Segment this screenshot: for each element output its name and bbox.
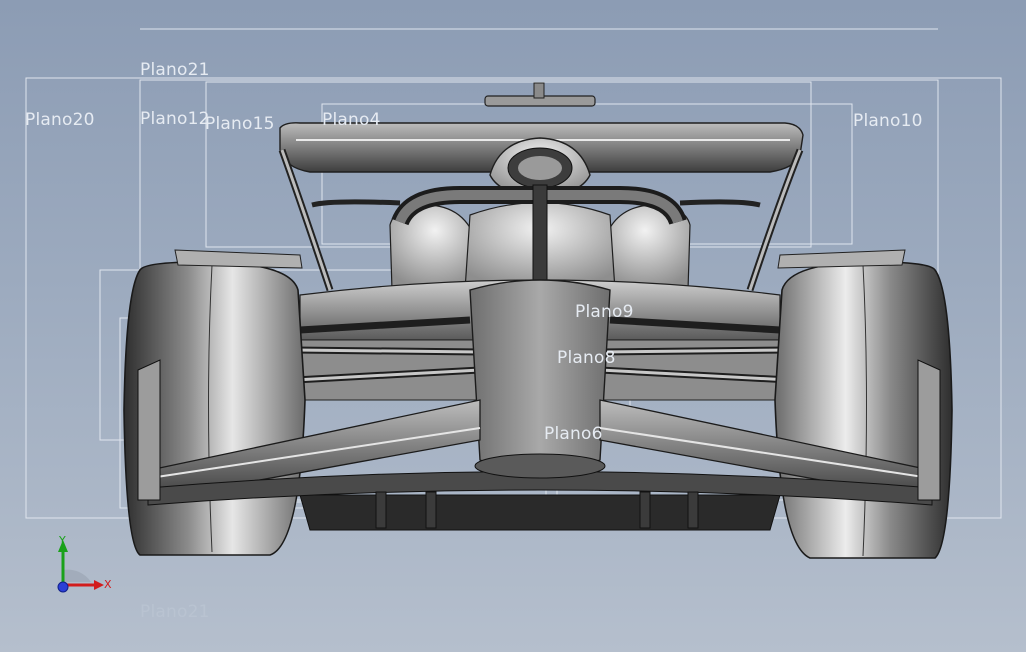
plane-label-plano4[interactable]: Plano4: [322, 112, 381, 129]
graphics-viewport[interactable]: Y X Plano20 Plano21 Plano12 Plano15 Plan…: [0, 0, 1026, 652]
plane-label-plano12[interactable]: Plano12: [140, 111, 210, 128]
model-scene[interactable]: Y X: [0, 0, 1026, 652]
plane-label-plano21-top[interactable]: Plano21: [140, 62, 210, 79]
plane-label-plano15[interactable]: Plano15: [205, 116, 275, 133]
plane-label-plano10[interactable]: Plano10: [853, 113, 923, 130]
axis-triad: Y X: [57, 534, 112, 593]
plane-label-plano8[interactable]: Plano8: [557, 350, 616, 367]
plane-label-plano20[interactable]: Plano20: [25, 112, 95, 129]
plane-label-plano9[interactable]: Plano9: [575, 304, 634, 321]
plane-label-plano21-bottom[interactable]: Plano21: [140, 604, 210, 621]
triad-y-label: Y: [58, 534, 66, 547]
plane-label-plano6[interactable]: Plano6: [544, 426, 603, 443]
triad-x-label: X: [104, 578, 112, 591]
